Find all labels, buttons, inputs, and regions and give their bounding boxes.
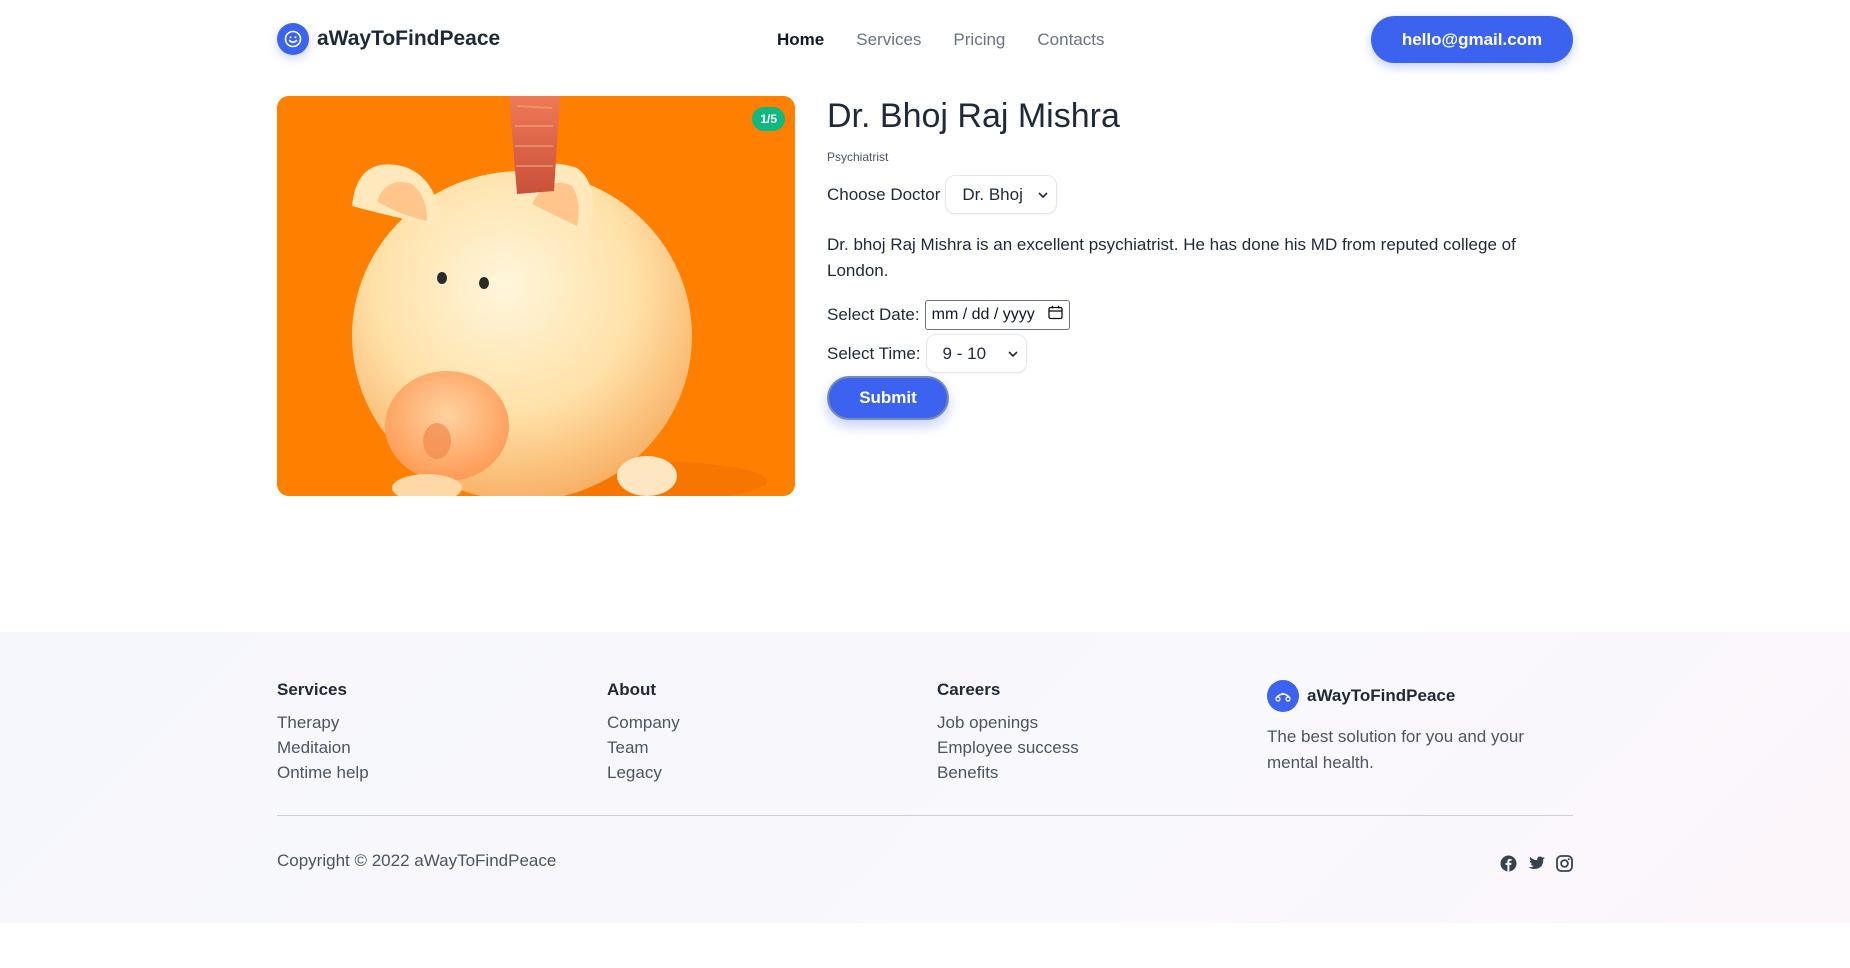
footer-brand: aWayToFindPeace The best solution for yo…: [1267, 680, 1567, 776]
doctor-select-value: Dr. Bhoj: [962, 184, 1023, 204]
footer-brand-name: aWayToFindPeace: [1307, 686, 1456, 705]
footer-column-title: About: [607, 680, 657, 699]
instagram-icon[interactable]: [1555, 854, 1573, 872]
footer-link-company[interactable]: Company: [607, 710, 680, 735]
doctor-description: Dr. bhoj Raj Mishra is an excellent psyc…: [827, 235, 1516, 280]
time-select[interactable]: 9 - 10: [925, 334, 1027, 373]
main-nav: Home Services Pricing Contacts: [777, 30, 1104, 50]
smiley-icon: [277, 23, 309, 55]
nav-item-services[interactable]: Services: [856, 30, 921, 50]
date-input[interactable]: mm / dd / yyyy: [924, 300, 1070, 330]
footer-column-about: About Company Team Legacy: [607, 680, 680, 785]
footer-link-benefits[interactable]: Benefits: [937, 760, 1079, 785]
nav-item-pricing[interactable]: Pricing: [953, 30, 1005, 50]
site-header: aWayToFindPeace Home Services Pricing Co…: [277, 16, 1573, 63]
social-links: [1499, 854, 1573, 872]
footer-column-careers: Careers Job openings Employee success Be…: [937, 680, 1079, 785]
footer-column-title: Careers: [937, 680, 1001, 699]
footer-link-ontime-help[interactable]: Ontime help: [277, 760, 369, 785]
doctor-image-carousel[interactable]: 1/5: [277, 96, 795, 496]
chevron-down-icon: [1007, 347, 1018, 361]
doctor-details: Dr. Bhoj Raj Mishra Psychiatrist Choose …: [827, 96, 1573, 420]
doctor-select[interactable]: Dr. Bhoj: [945, 175, 1058, 214]
footer-brand-head[interactable]: aWayToFindPeace: [1267, 680, 1567, 712]
doctor-name: Dr. Bhoj Raj Mishra: [827, 97, 1120, 135]
calendar-icon[interactable]: [1047, 305, 1063, 325]
site-footer: Services Therapy Meditaion Ontime help A…: [0, 632, 1850, 923]
facebook-icon[interactable]: [1499, 854, 1517, 872]
email-button[interactable]: hello@gmail.com: [1371, 16, 1573, 63]
footer-divider: [277, 815, 1573, 816]
select-time-label: Select Time:: [827, 343, 921, 363]
choose-doctor-row: Choose Doctor Dr. Bhoj: [827, 175, 1573, 214]
footer-link-therapy[interactable]: Therapy: [277, 710, 369, 735]
date-input-placeholder: mm / dd / yyyy: [931, 306, 1035, 323]
chevron-down-icon: [1038, 188, 1048, 202]
footer-link-team[interactable]: Team: [607, 735, 680, 760]
footer-link-job-openings[interactable]: Job openings: [937, 710, 1079, 735]
submit-button[interactable]: Submit: [827, 376, 949, 420]
footer-link-employee-success[interactable]: Employee success: [937, 735, 1079, 760]
brand[interactable]: aWayToFindPeace: [277, 23, 500, 55]
footer-link-meditation[interactable]: Meditaion: [277, 735, 369, 760]
nav-item-contacts[interactable]: Contacts: [1037, 30, 1104, 50]
select-date-row: Select Date: mm / dd / yyyy: [827, 300, 1573, 330]
twitter-icon[interactable]: [1527, 854, 1545, 872]
choose-doctor-label: Choose Doctor: [827, 184, 941, 204]
piggy-bank-image: [277, 96, 795, 496]
brand-name: aWayToFindPeace: [317, 27, 501, 50]
footer-link-legacy[interactable]: Legacy: [607, 760, 680, 785]
select-time-row: Select Time: 9 - 10: [827, 334, 1573, 373]
nav-item-home[interactable]: Home: [777, 30, 824, 50]
footer-column-title: Services: [277, 680, 347, 699]
carousel-counter-badge: 1/5: [752, 107, 785, 131]
footer-tagline: The best solution for you and your menta…: [1267, 727, 1525, 772]
brand-logo-icon: [1267, 680, 1299, 712]
footer-column-services: Services Therapy Meditaion Ontime help: [277, 680, 369, 785]
copyright-text: Copyright © 2022 aWayToFindPeace: [277, 851, 557, 870]
time-select-value: 9 - 10: [942, 343, 987, 363]
select-date-label: Select Date:: [827, 305, 920, 324]
doctor-role: Psychiatrist: [827, 150, 889, 164]
